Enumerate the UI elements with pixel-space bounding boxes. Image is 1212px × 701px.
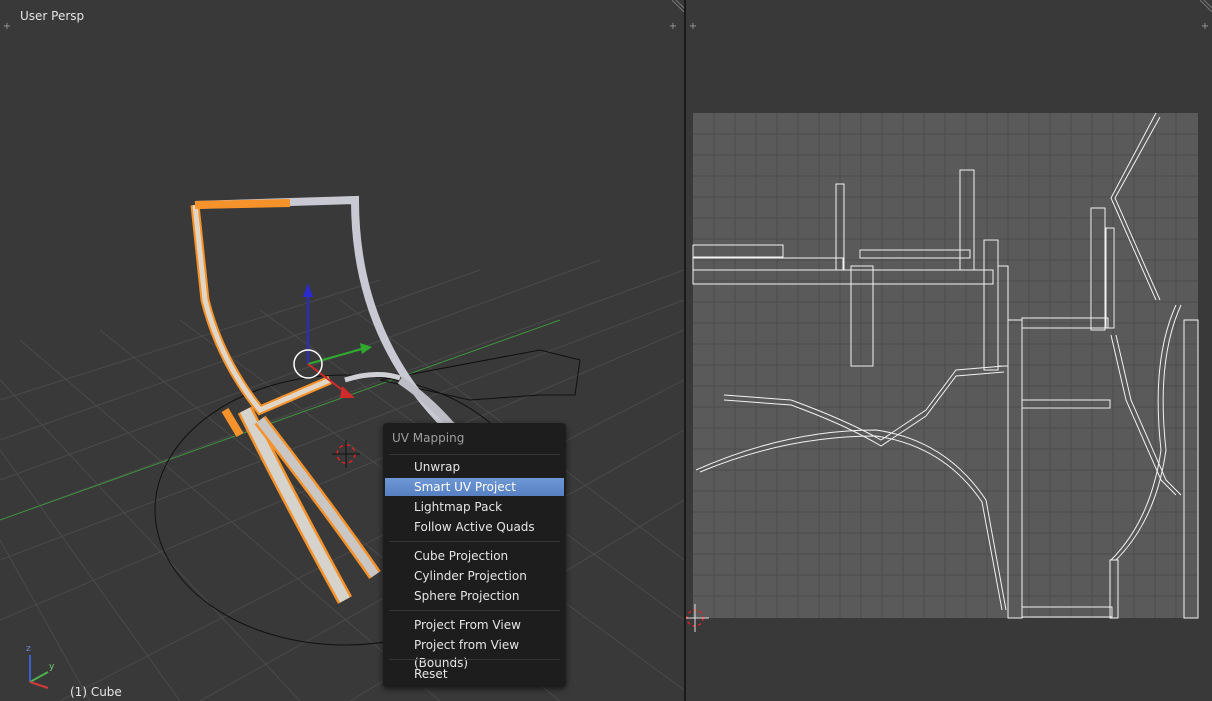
uv-area-plus-icon[interactable]: +: [688, 22, 698, 32]
view-label: User Persp: [20, 9, 85, 23]
3d-cursor[interactable]: [332, 440, 360, 468]
area-plus-icon[interactable]: +: [2, 22, 12, 32]
axis-y-label: y: [49, 662, 55, 672]
menu-item-lightmap-pack[interactable]: Lightmap Pack: [385, 498, 564, 516]
uv-corner-grip-icon[interactable]: [1200, 0, 1212, 12]
menu-item-project-from-view[interactable]: Project From View: [385, 616, 564, 634]
area-plus-icon-right[interactable]: +: [668, 22, 678, 32]
transform-gizmo[interactable]: [293, 283, 372, 398]
uv-editor[interactable]: + +: [686, 0, 1212, 701]
object-label: (1) Cube: [70, 685, 122, 699]
menu-item-smart-uv-project[interactable]: Smart UV Project: [385, 478, 564, 496]
menu-separator: [389, 454, 560, 455]
menu-separator: [389, 541, 560, 542]
corner-grip-icon[interactable]: [672, 0, 684, 12]
menu-item-sphere-projection[interactable]: Sphere Projection: [385, 587, 564, 605]
uv-area-plus-icon-right[interactable]: +: [1200, 22, 1210, 32]
menu-separator: [389, 610, 560, 611]
menu-item-project-from-view-bounds[interactable]: Project from View (Bounds): [385, 636, 564, 670]
axis-indicator: [29, 655, 49, 689]
3d-viewport[interactable]: User Persp (1) Cube z y + +: [0, 0, 684, 701]
uv-canvas[interactable]: [686, 0, 1212, 701]
camera-outline: [379, 349, 581, 401]
floor-grid: [0, 259, 684, 701]
menu-item-reset[interactable]: Reset: [385, 665, 564, 683]
menu-title: UV Mapping: [392, 431, 465, 445]
menu-item-follow-active-quads[interactable]: Follow Active Quads: [385, 518, 564, 536]
menu-item-cube-projection[interactable]: Cube Projection: [385, 547, 564, 565]
menu-item-unwrap[interactable]: Unwrap: [385, 458, 564, 476]
viewport-canvas[interactable]: [0, 0, 684, 701]
uv-mapping-menu[interactable]: UV Mapping Unwrap Smart UV Project Light…: [383, 423, 566, 687]
axis-z-label: z: [26, 644, 31, 654]
menu-separator: [389, 659, 560, 660]
menu-item-cylinder-projection[interactable]: Cylinder Projection: [385, 567, 564, 585]
